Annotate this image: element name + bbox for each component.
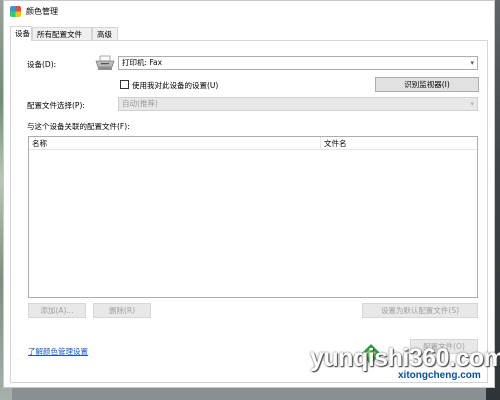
color-management-icon — [10, 6, 21, 17]
remove-button[interactable]: 删除(R) — [93, 303, 151, 318]
printer-icon — [95, 55, 115, 70]
chevron-down-icon: ▾ — [470, 59, 474, 67]
use-my-settings-label[interactable]: 使用我对此设备的设置(U) — [132, 80, 218, 91]
associated-profiles-label: 与这个设备关联的配置文件(F): — [27, 122, 130, 131]
list-header: 名称 文件名 — [29, 137, 477, 150]
device-label: 设备(D): — [27, 60, 57, 69]
tab-advanced[interactable]: 高级 — [92, 27, 118, 40]
column-divider[interactable] — [320, 137, 321, 149]
tab-all-profiles[interactable]: 所有配置文件 — [32, 27, 92, 40]
tab-devices[interactable]: 设备 — [10, 26, 32, 41]
add-button[interactable]: 添加(A)... — [28, 303, 86, 318]
watermark-text: yunqishi360.com — [310, 344, 500, 372]
identify-monitors-button[interactable]: 识别监视器(I) — [375, 77, 479, 92]
profile-selection-select[interactable]: 自动(推荐) ▾ — [118, 97, 478, 111]
use-my-settings-checkbox[interactable] — [120, 80, 129, 89]
window-title: 颜色管理 — [26, 7, 58, 16]
device-select-value: 打印机: Fax — [122, 58, 163, 67]
set-default-profile-button[interactable]: 设置为默认配置文件(S) — [362, 303, 478, 318]
devices-panel: 设备(D): 打印机: Fax ▾ 使用我对此设备的设置(U) 识别监视器(I)… — [10, 40, 488, 383]
title-bar[interactable]: 颜色管理 — [4, 1, 494, 23]
profile-selection-label: 配置文件选择(P): — [27, 101, 85, 110]
watermark-subtext: xitongcheng.com — [398, 370, 481, 381]
profile-selection-value: 自动(推荐) — [122, 99, 158, 108]
column-header-filename[interactable]: 文件名 — [324, 138, 347, 149]
associated-profiles-list[interactable]: 名称 文件名 — [28, 136, 478, 298]
device-select[interactable]: 打印机: Fax ▾ — [118, 56, 478, 70]
learn-color-management-link[interactable]: 了解颜色管理设置 — [28, 346, 88, 357]
chevron-down-icon: ▾ — [470, 100, 474, 108]
color-management-window: 颜色管理 设备 所有配置文件 高级 设备(D): 打印机: Fax ▾ 使用我对… — [3, 0, 495, 388]
column-header-name[interactable]: 名称 — [32, 138, 47, 149]
